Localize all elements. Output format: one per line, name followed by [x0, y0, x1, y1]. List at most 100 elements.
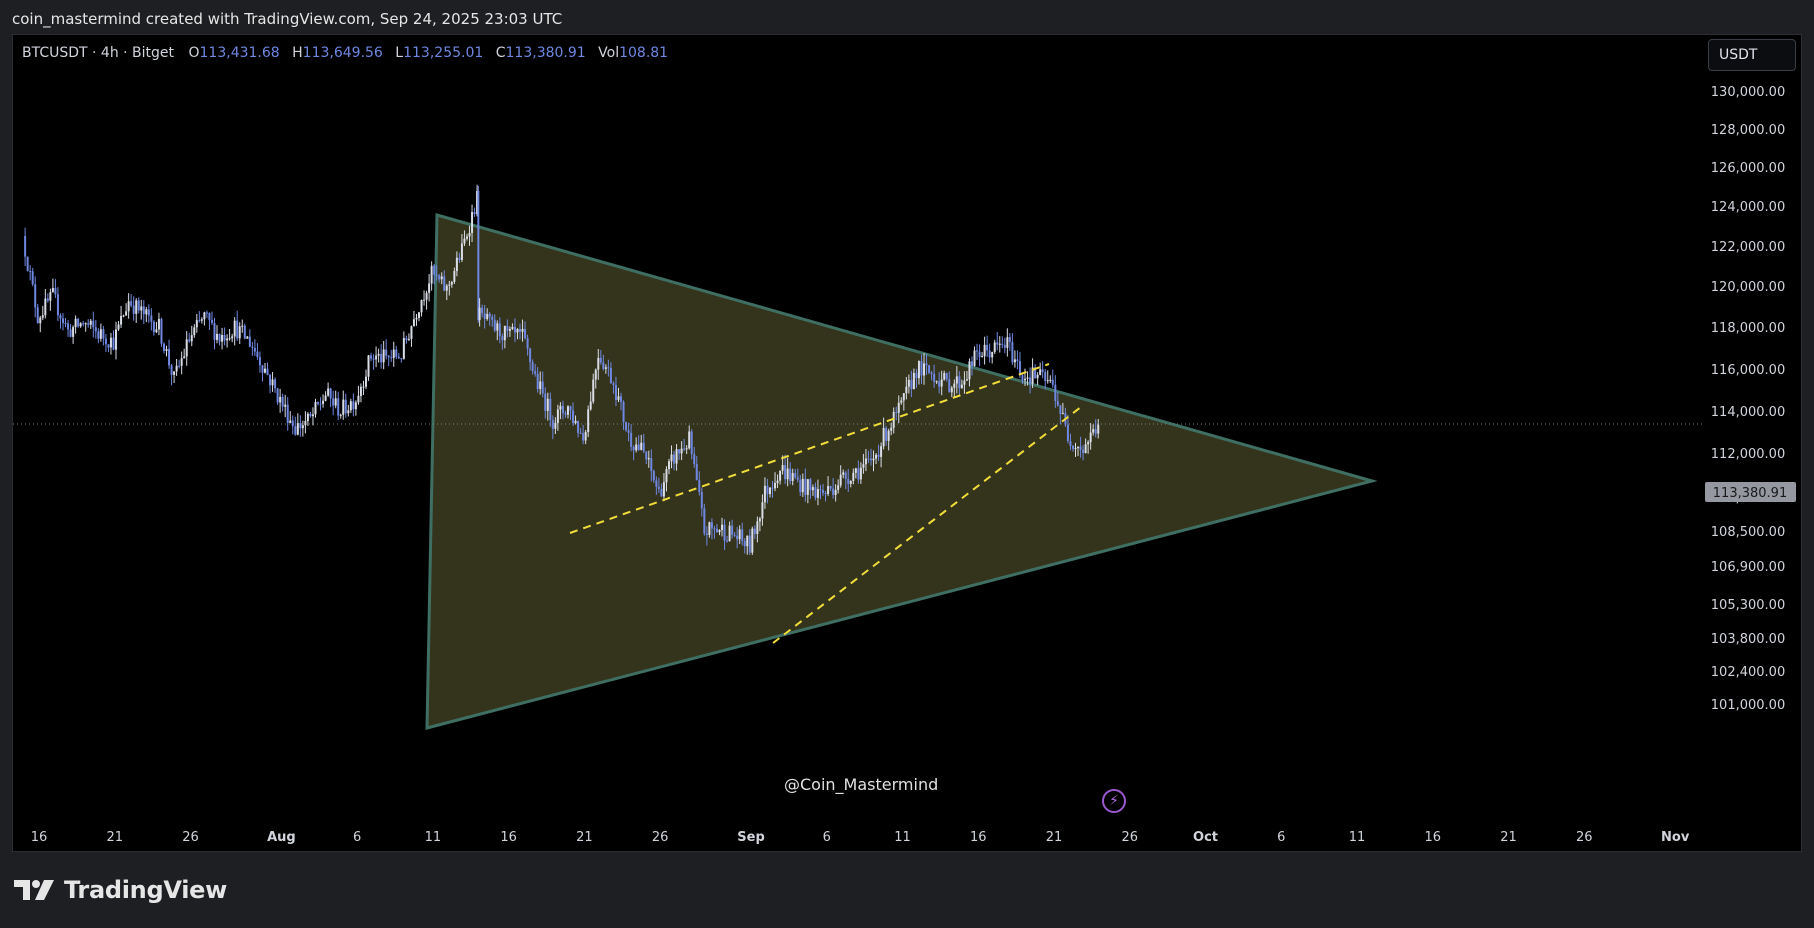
candle-body — [824, 493, 827, 495]
candle — [140, 299, 143, 320]
candle-body — [587, 409, 590, 433]
candle-body — [157, 318, 160, 330]
candle — [978, 344, 981, 367]
candle — [364, 369, 367, 389]
candle-body — [554, 422, 557, 429]
candle — [54, 279, 57, 298]
lightning-icon[interactable]: ⚡ — [1102, 789, 1126, 813]
candle — [150, 308, 153, 331]
candle-body — [589, 401, 592, 410]
candle-body — [844, 472, 847, 479]
candle — [1006, 328, 1009, 357]
candle-body — [364, 376, 367, 387]
candle — [231, 333, 234, 343]
candle — [367, 355, 370, 381]
candle-body — [193, 327, 196, 336]
candle-body — [700, 491, 703, 509]
symbol-name[interactable]: BTCUSDT · 4h · Bitget — [22, 45, 174, 61]
candle-body — [887, 430, 890, 441]
candle — [107, 344, 110, 353]
candle — [382, 341, 385, 370]
candle — [296, 413, 299, 436]
candle-body — [387, 355, 390, 358]
candle — [322, 394, 325, 408]
candle — [64, 317, 67, 328]
candle — [269, 373, 272, 394]
candle — [1013, 350, 1016, 368]
candle — [317, 401, 320, 406]
candle-body — [650, 458, 653, 472]
tradingview-logo[interactable]: TradingView — [14, 873, 227, 907]
candle-body — [917, 361, 920, 379]
candle-body — [928, 365, 931, 373]
candle-body — [811, 487, 814, 491]
candle-body — [198, 320, 201, 322]
candle — [173, 371, 176, 383]
candle-body — [869, 458, 872, 461]
candle-body — [276, 388, 279, 403]
candle-body — [632, 446, 635, 451]
candle-body — [683, 448, 686, 450]
candle-body — [428, 283, 431, 293]
candle — [334, 390, 337, 409]
high-label: H — [292, 45, 303, 61]
candle-body — [703, 508, 706, 534]
candle-body — [541, 381, 544, 394]
symbol-legend[interactable]: BTCUSDT · 4h · Bitget O113,431.68 H113,6… — [22, 45, 676, 61]
candle-body — [524, 328, 527, 339]
candle-body — [1089, 432, 1092, 443]
candle-body — [324, 395, 327, 401]
candle — [67, 320, 70, 337]
currency-button[interactable]: USDT — [1708, 39, 1796, 71]
candle-body — [511, 326, 514, 329]
candlestick-chart[interactable]: 130,000.00 128,000.00 126,000.00 124,000.00… — [13, 35, 1803, 853]
candle-body — [771, 487, 774, 489]
candle — [1049, 375, 1052, 384]
candle-body — [791, 473, 794, 482]
candle-body — [920, 361, 923, 376]
candle-body — [190, 335, 193, 342]
candle-body — [988, 350, 991, 358]
candle-body — [832, 488, 835, 495]
candle-body — [804, 478, 807, 495]
candle-body — [329, 388, 332, 399]
candle-body — [978, 351, 981, 358]
price-axis[interactable]: 130,000.00 128,000.00 126,000.00 124,000.00… — [1711, 85, 1785, 713]
time-tick-label: 26 — [182, 830, 199, 845]
candle — [284, 394, 287, 418]
candle-body — [943, 373, 946, 380]
candle-body — [463, 238, 466, 244]
candle-body — [680, 448, 683, 454]
candle — [208, 312, 211, 330]
time-axis[interactable]: 16 21 26 Aug 6 11 16 21 26 Sep 6 11 16 21 26 Oct 6 11 16 21… — [31, 830, 1690, 845]
candle-body — [1029, 377, 1032, 384]
candle-body — [963, 380, 966, 385]
candle-body — [112, 337, 115, 350]
candle-body — [423, 299, 426, 301]
candle-body — [743, 540, 746, 547]
candle-body — [188, 339, 191, 342]
candle-body — [546, 398, 549, 411]
candle-body — [337, 398, 340, 416]
candle-body — [986, 344, 989, 351]
candle-body — [400, 358, 403, 360]
candle-body — [625, 422, 628, 431]
candle-body — [1059, 405, 1062, 414]
time-tick-label: 16 — [500, 830, 517, 845]
candle-body — [882, 427, 885, 447]
candle — [357, 385, 360, 405]
candle — [117, 321, 120, 331]
candle-body — [405, 338, 408, 340]
symmetrical-triangle-drawing[interactable] — [425, 213, 1378, 730]
candle-body — [130, 301, 133, 306]
candle-body — [983, 344, 986, 357]
candle-body — [973, 350, 976, 366]
candle-body — [29, 271, 32, 273]
chart-pane[interactable]: 130,000.00 128,000.00 126,000.00 124,000.00… — [12, 34, 1802, 852]
candle — [147, 304, 150, 323]
candle-body — [203, 312, 206, 320]
candle-body — [756, 521, 759, 534]
candle — [286, 397, 289, 431]
candle — [279, 388, 282, 413]
candle-body — [968, 361, 971, 380]
